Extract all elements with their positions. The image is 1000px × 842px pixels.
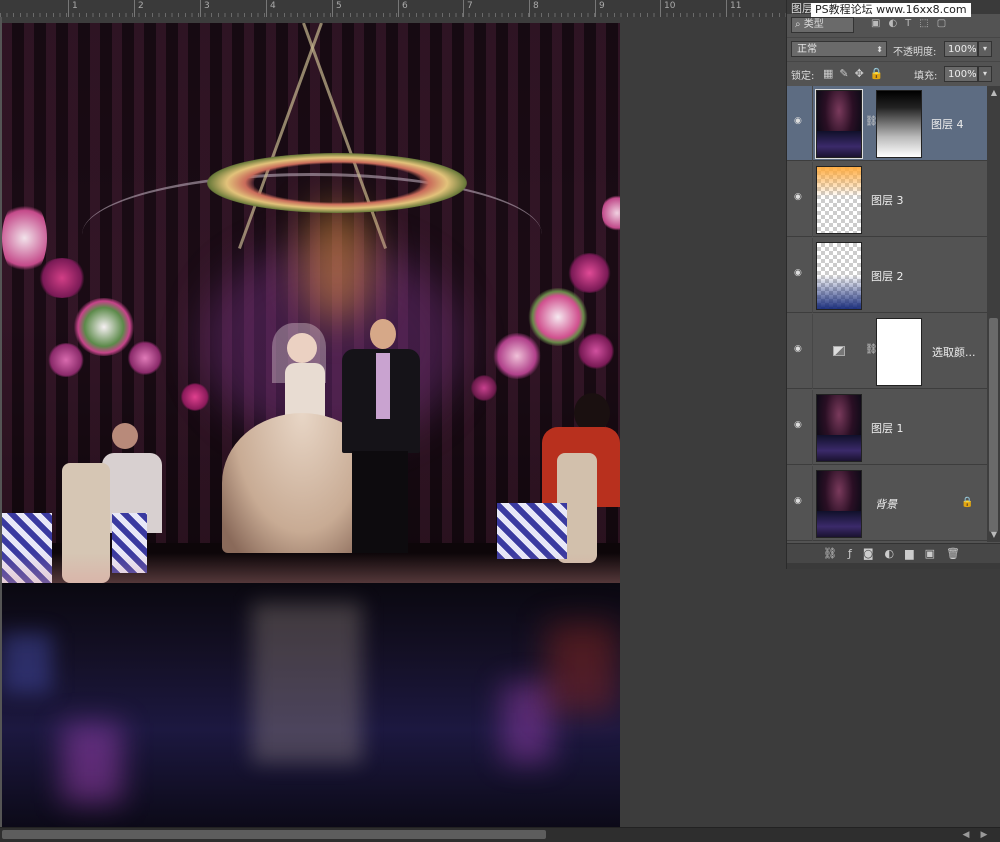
fill-dropdown-icon[interactable]: ▾	[978, 66, 992, 82]
ruler-mark: 7	[463, 0, 473, 17]
blend-mode-select[interactable]: 正常 ⬍	[791, 41, 887, 57]
scroll-left-icon[interactable]: ◀	[960, 829, 972, 841]
layer-row[interactable]: ◉ 背景 🔒	[787, 466, 987, 541]
workspace-background	[786, 569, 1000, 827]
opacity-label: 不透明度:	[893, 47, 937, 58]
wedding-photo	[2, 23, 620, 827]
layer-row[interactable]: ◉ ⛓ 图层 4	[787, 86, 987, 161]
layers-list: ◉ ⛓ 图层 4 ◉ 图层 3 ◉ 图层 2 ◉ ⛓ 选取颜... ◉ 图层 1…	[787, 86, 987, 542]
opacity-dropdown-icon[interactable]: ▾	[978, 41, 992, 57]
lock-icon: 🔒	[961, 497, 974, 508]
layer-mask-thumbnail[interactable]	[876, 318, 922, 386]
layers-panel: 图层 PS教程论坛 www.16xx8.com ⌕ 类型 ▣◐T⬚▢ 正常 ⬍ 不…	[786, 0, 1000, 569]
select-caret-icon: ⬍	[876, 45, 883, 54]
blend-row: 正常 ⬍ 不透明度: 100% ▾	[787, 37, 1000, 60]
filter-kind-select[interactable]: ⌕ 类型	[791, 17, 854, 33]
ruler-mark: 2	[134, 0, 144, 17]
filter-icons[interactable]: ▣◐T⬚▢	[871, 18, 954, 29]
layer-thumbnail[interactable]	[816, 470, 862, 538]
eye-icon[interactable]: ◉	[794, 345, 806, 354]
layer-name[interactable]: 图层 4	[931, 116, 964, 132]
scroll-down-icon[interactable]: ▼	[989, 530, 999, 539]
ruler-mark: 10	[660, 0, 675, 17]
eye-icon[interactable]: ◉	[794, 269, 806, 278]
opacity-input[interactable]: 100%	[944, 41, 978, 57]
adjustment-layer-icon[interactable]	[833, 346, 845, 356]
ruler-mark: 6	[398, 0, 408, 17]
ruler-mark: 5	[332, 0, 342, 17]
layer-name[interactable]: 图层 1	[871, 420, 904, 436]
layer-row[interactable]: ◉ 图层 2	[787, 238, 987, 313]
fill-label: 填充:	[914, 71, 938, 82]
scroll-right-icon[interactable]: ▶	[978, 829, 990, 841]
lock-row: 锁定: ▦✎✥🔒 填充: 100% ▾	[787, 61, 1000, 87]
layer-mask-thumbnail[interactable]	[876, 90, 922, 158]
layer-filter-row: ⌕ 类型 ▣◐T⬚▢	[787, 14, 1000, 36]
layer-row[interactable]: ◉ ⛓ 选取颜...	[787, 314, 987, 389]
panel-footer-icons[interactable]: ⛓ƒ◙◐▆▣🗑	[823, 547, 971, 560]
eye-icon[interactable]: ◉	[794, 497, 806, 506]
eye-icon[interactable]: ◉	[794, 193, 806, 202]
eye-icon[interactable]: ◉	[794, 421, 806, 430]
layer-thumbnail[interactable]	[816, 394, 862, 462]
layer-thumbnail[interactable]	[816, 242, 862, 310]
fill-input[interactable]: 100%	[944, 66, 978, 82]
horizontal-scroll-thumb[interactable]	[2, 830, 546, 839]
document-canvas[interactable]	[2, 17, 786, 827]
horizontal-scrollbar[interactable]: ◀ ▶	[0, 827, 1000, 842]
scroll-up-icon[interactable]: ▲	[989, 88, 999, 97]
layer-name[interactable]: 图层 2	[871, 268, 904, 284]
eye-icon[interactable]: ◉	[794, 117, 806, 126]
ruler-mark: 4	[266, 0, 276, 17]
layer-row[interactable]: ◉ 图层 1	[787, 390, 987, 465]
layers-scrollbar[interactable]: ▲ ▼	[987, 86, 1000, 542]
ruler-mark: 11	[726, 0, 741, 17]
layer-row[interactable]: ◉ 图层 3	[787, 162, 987, 237]
layers-scroll-thumb[interactable]	[989, 318, 998, 532]
layer-name[interactable]: 选取颜...	[932, 344, 976, 360]
ruler-mark: 8	[529, 0, 539, 17]
panel-header: 图层 PS教程论坛 www.16xx8.com	[787, 0, 1000, 17]
ruler-mark: 9	[595, 0, 605, 17]
layer-thumbnail[interactable]	[816, 166, 862, 234]
lock-options-icons[interactable]: ▦✎✥🔒	[823, 67, 890, 80]
layer-thumbnail[interactable]	[815, 89, 863, 159]
panel-footer: ⛓ƒ◙◐▆▣🗑	[787, 543, 1000, 564]
ruler-mark: 1	[68, 0, 78, 17]
layer-name[interactable]: 背景	[875, 496, 897, 512]
layer-name[interactable]: 图层 3	[871, 192, 904, 208]
lock-label: 锁定:	[791, 71, 815, 82]
ruler-mark: 3	[200, 0, 210, 17]
